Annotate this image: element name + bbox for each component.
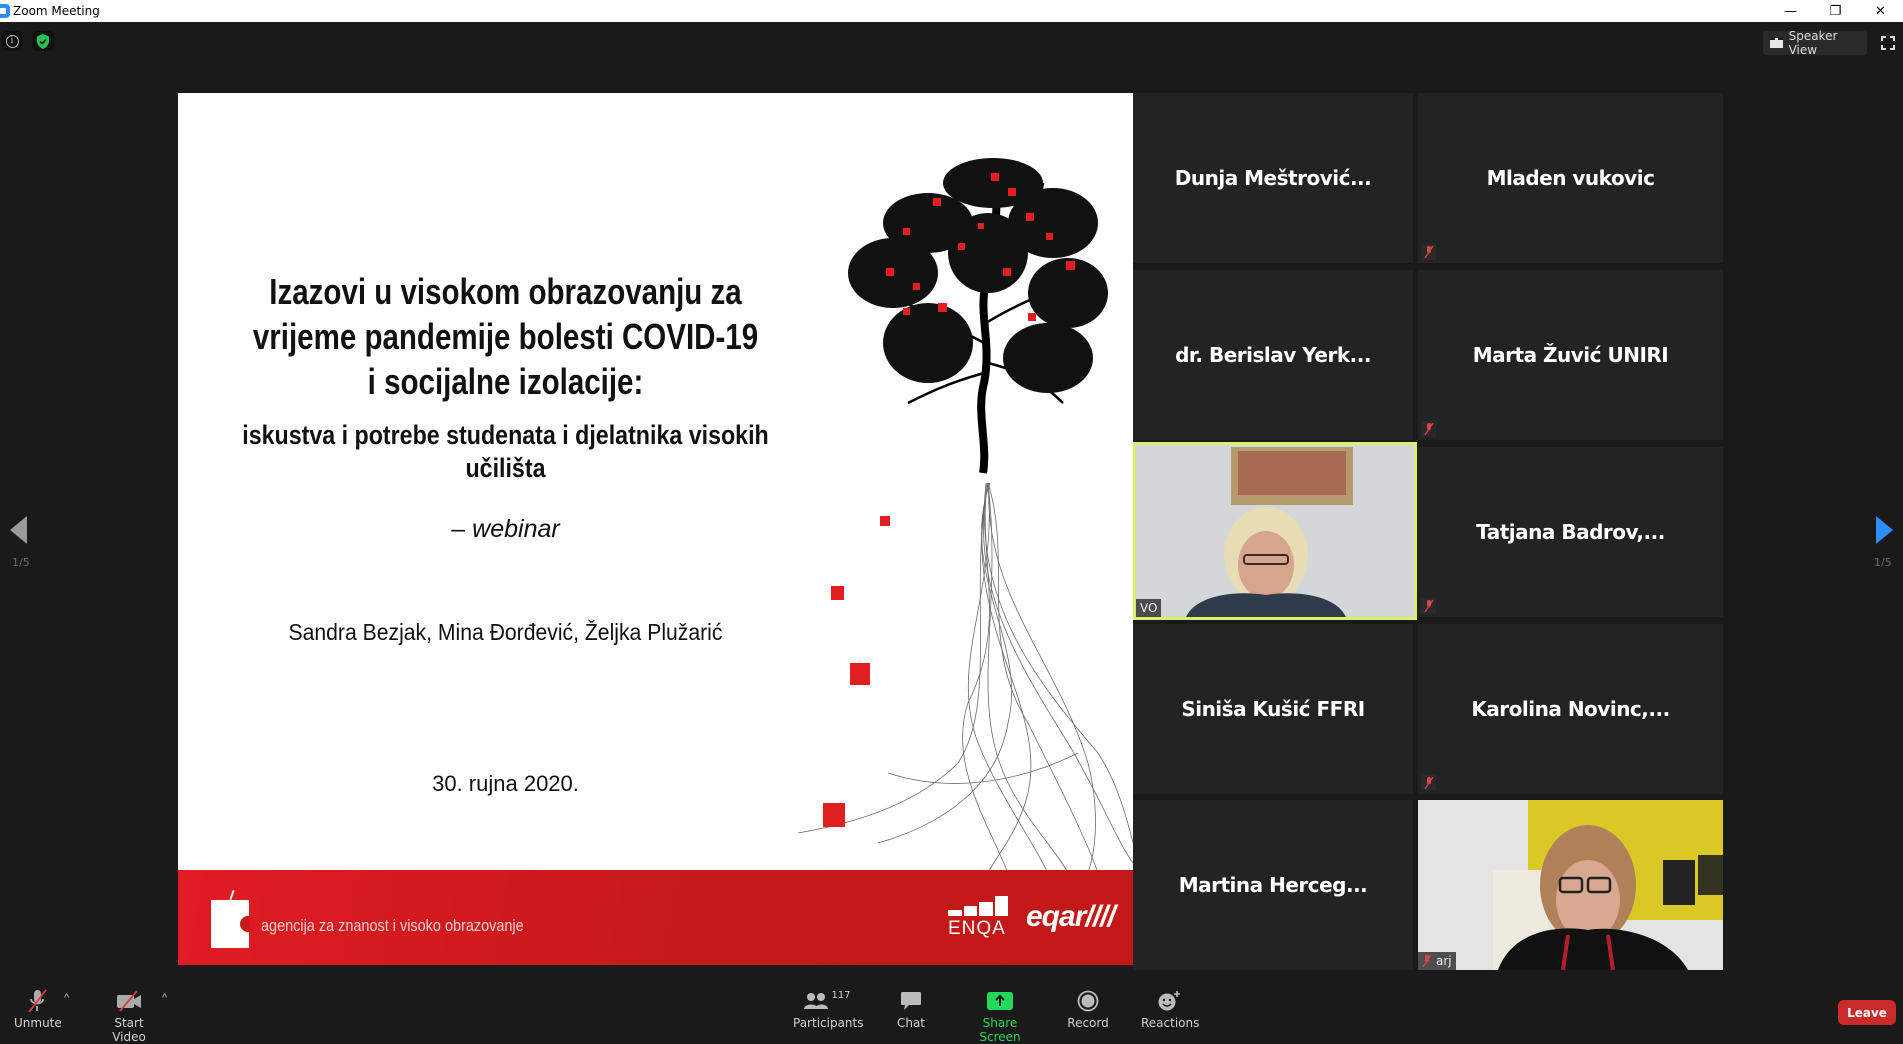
slide-subtitle-line: iskustva i potrebe studenata i djelatnik… [242, 420, 769, 450]
participants-icon [804, 993, 829, 1009]
participant-label: arj [1418, 952, 1456, 970]
slide-webinar-label: – webinar [451, 515, 560, 543]
next-page-indicator: 1/5 [1874, 556, 1892, 569]
participant-tile[interactable]: Karolina Novinc,... [1418, 624, 1723, 794]
reactions-icon [1158, 991, 1180, 1011]
muted-mic-icon [28, 989, 47, 1013]
unmute-button[interactable]: Unmute [14, 988, 62, 1030]
enqa-logo: ENQA [948, 894, 1008, 942]
reactions-button[interactable]: Reactions [1141, 988, 1200, 1030]
chat-label: Chat [896, 1016, 926, 1030]
participant-name: Karolina Novinc,... [1471, 697, 1670, 721]
participant-video-feed [1136, 445, 1414, 617]
participants-button[interactable]: 117 Participants [793, 988, 864, 1030]
participant-name: Martina Herceg... [1178, 873, 1368, 897]
participant-video-tile[interactable]: arj [1418, 800, 1723, 970]
record-button[interactable]: Record [1067, 988, 1109, 1030]
close-button[interactable]: ✕ [1858, 0, 1903, 22]
muted-mic-icon [1422, 955, 1432, 967]
start-video-label: Start Video [112, 1016, 146, 1044]
window-titlebar: Zoom Meeting — ❐ ✕ [0, 0, 1903, 22]
previous-page-arrow-icon[interactable] [10, 516, 27, 544]
slide-title-line: i socijalne izolacije: [367, 361, 644, 402]
speaker-view-button[interactable]: Speaker View [1763, 29, 1867, 57]
view-icon [1770, 38, 1783, 48]
chat-button[interactable]: Chat [895, 988, 927, 1030]
participant-name: Mladen vukovic [1486, 166, 1655, 190]
slide-footer-banner: agencija za znanost i visoko obrazovanje… [178, 870, 1133, 965]
restore-button[interactable]: ❐ [1813, 0, 1858, 22]
fullscreen-icon[interactable] [1881, 36, 1895, 50]
start-video-button[interactable]: Start Video [98, 988, 160, 1044]
video-off-icon [117, 990, 141, 1012]
meeting-topbar: i [0, 22, 1903, 62]
share-screen-button[interactable]: Share Screen [963, 988, 1037, 1044]
share-screen-icon [987, 992, 1013, 1010]
slide-date: 30. rujna 2020. [432, 771, 579, 796]
eqar-logo: eqar//// [1026, 900, 1116, 933]
participants-label: Participants [793, 1016, 864, 1030]
muted-mic-icon [1421, 598, 1436, 614]
minimize-button[interactable]: — [1768, 0, 1813, 22]
slide-title-line: vrijeme pandemije bolesti COVID-19 [252, 316, 759, 357]
shared-screen-slide: Izazovi u visokom obrazovanju za vrijeme… [178, 93, 1133, 965]
slide-authors: Sandra Bezjak, Mina Đorđević, Željka Plu… [288, 619, 723, 645]
audio-options-caret-icon[interactable]: ^ [64, 992, 69, 1004]
zoom-app-icon [0, 4, 10, 18]
meeting-toolbar: Unmute ^ Start Video ^ 117 Participants … [0, 980, 1903, 1044]
muted-mic-icon [1421, 421, 1436, 437]
participant-name: Tatjana Badrov,... [1476, 520, 1665, 544]
share-screen-label: Share Screen [979, 1016, 1021, 1044]
slide-title-line: Izazovi u visokom obrazovanju za [269, 271, 742, 312]
participant-video-tile-active-speaker[interactable]: VO [1133, 442, 1417, 620]
leave-meeting-button[interactable]: Leave [1838, 1000, 1896, 1025]
slide-subtitle-line: učilišta [465, 453, 546, 483]
participant-tile[interactable]: Tatjana Badrov,... [1418, 447, 1723, 617]
participant-tile[interactable]: Martina Herceg... [1133, 800, 1413, 970]
muted-mic-icon [1421, 244, 1436, 260]
participant-tile[interactable]: Marta Žuvić UNIRI [1418, 270, 1723, 440]
participant-tile[interactable]: dr. Berislav Yerk... [1133, 270, 1413, 440]
participant-name: Siniša Kušić FFRI [1181, 697, 1365, 721]
reactions-label: Reactions [1141, 1016, 1200, 1030]
record-icon [1077, 990, 1099, 1012]
next-page-arrow-icon[interactable] [1876, 516, 1893, 544]
speaker-view-label: Speaker View [1788, 29, 1838, 57]
slide-subtitle: iskustva i potrebe studenata i djelatnik… [224, 419, 787, 485]
participant-tile[interactable]: Mladen vukovic [1418, 93, 1723, 263]
shield-check-icon [37, 33, 49, 49]
tree-illustration [798, 158, 1133, 873]
meeting-info-button[interactable]: i [2, 31, 22, 51]
azvo-apple-logo [211, 900, 250, 948]
window-title: Zoom Meeting [13, 4, 100, 18]
muted-mic-icon [1421, 775, 1436, 791]
participant-name: dr. Berislav Yerk... [1175, 343, 1371, 367]
participant-tile[interactable]: Siniša Kušić FFRI [1133, 624, 1413, 794]
participant-name: VO [1140, 601, 1158, 615]
enqa-label: ENQA [948, 918, 1006, 939]
participant-tile[interactable]: Dunja Meštrović... [1133, 93, 1413, 263]
unmute-label: Unmute [14, 1016, 62, 1030]
info-icon: i [5, 34, 19, 48]
slide-title: Izazovi u visokom obrazovanju za vrijeme… [237, 269, 774, 404]
participant-name: Marta Žuvić UNIRI [1472, 343, 1669, 367]
video-options-caret-icon[interactable]: ^ [162, 992, 167, 1004]
prev-page-indicator: 1/5 [12, 556, 30, 569]
participant-label: VO [1136, 599, 1162, 617]
participant-name: Dunja Meštrović... [1174, 166, 1372, 190]
security-status-button[interactable] [32, 31, 54, 51]
participant-name: arj [1436, 954, 1452, 968]
slide-footer-text: agencija za znanost i visoko obrazovanje [261, 916, 524, 935]
record-label: Record [1067, 1016, 1109, 1030]
participant-video-feed [1418, 800, 1723, 970]
participants-count: 117 [831, 990, 851, 1001]
chat-icon [901, 992, 921, 1010]
